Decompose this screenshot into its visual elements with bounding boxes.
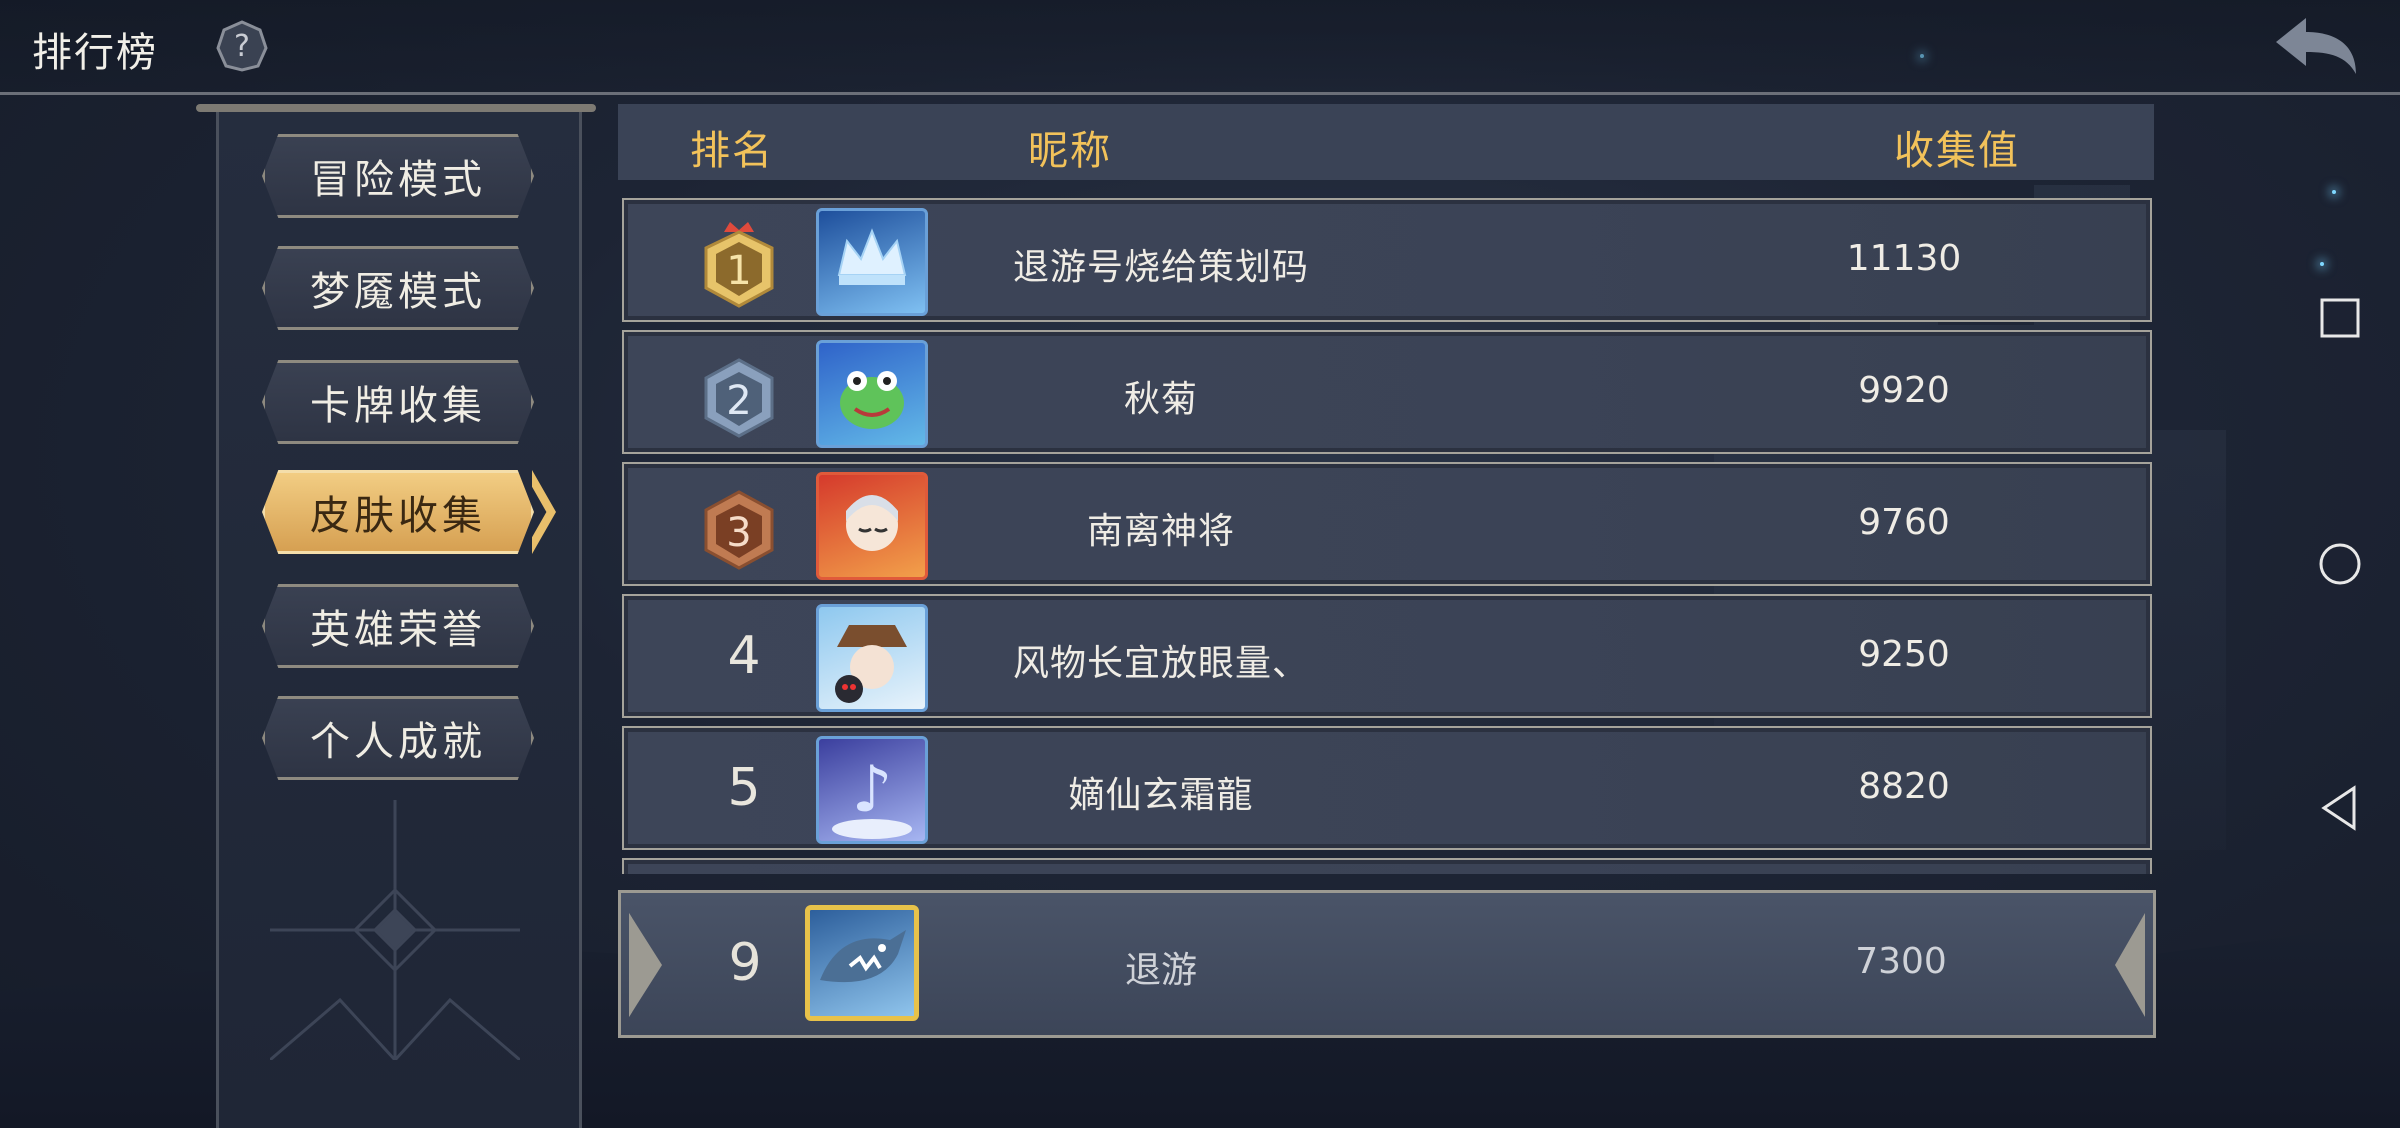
menu-item-label: 卡牌收集 [310,383,486,429]
nickname: 风物长宜放眼量、 [1012,643,1309,684]
menu-item-label: 冒险模式 [310,157,486,203]
svg-text:2: 2 [726,378,751,424]
table-row[interactable]: 1 退游号烧给策划码 11130 [622,198,2152,322]
svg-text:1: 1 [726,248,751,294]
collection-value: 9760 [1858,502,1950,543]
menu-item-adventure[interactable]: 冒险模式 [262,134,534,218]
table-header: 排名 昵称 收集值 [618,104,2154,180]
banner-emblem-icon [269,800,521,1063]
menu-item-label: 个人成就 [310,719,486,765]
rank-number: 5 [727,758,761,818]
banner-rod [196,104,596,112]
ranking-list[interactable]: 1 退游号烧给策划码 11130 2 秋菊 9920 3 南离神将 9760 4… [618,186,2154,874]
nav-back-icon[interactable] [2318,784,2362,832]
menu-item-label: 皮肤收集 [310,493,486,539]
svg-text:?: ? [234,29,250,64]
menu-item-label: 梦魇模式 [310,269,486,315]
right-bracket-icon [2115,913,2145,1017]
table-row[interactable]: 4 风物长宜放眼量、 9250 [622,594,2152,718]
nickname: 嫡仙玄霜龍 [1068,775,1254,816]
collection-value: 8820 [1858,766,1950,807]
column-header-value: 收集值 [1894,128,2020,174]
help-icon[interactable]: ? [216,20,268,72]
column-header-nickname: 昵称 [1028,128,1112,174]
back-arrow-icon[interactable] [2272,14,2360,78]
star-decoration [2332,190,2336,194]
top-bar: 排行榜 ? [0,0,2400,95]
column-header-rank: 排名 [690,128,774,174]
gold-rank-badge-icon: 1 [696,218,782,310]
nickname: 南离神将 [1086,511,1235,552]
left-bracket-icon [629,913,662,1017]
my-collection-value: 7300 [1855,941,1947,982]
svg-text:3: 3 [726,510,751,556]
menu-item-skin-collection[interactable]: 皮肤收集 [262,470,534,554]
silver-rank-badge-icon: 2 [696,350,782,442]
home-icon[interactable] [2318,540,2362,588]
table-row[interactable]: 5 ♪ 嫡仙玄霜龍 8820 [622,726,2152,850]
star-decoration [2320,262,2324,266]
my-rank-number: 9 [728,933,762,993]
collection-value: 9250 [1858,634,1950,675]
shark-avatar [805,905,919,1021]
svg-text:♪: ♪ [852,753,893,827]
collection-value: 9920 [1858,370,1950,411]
fire-girl-avatar [816,472,928,580]
menu-item-card-collection[interactable]: 卡牌收集 [262,360,534,444]
menu-item-nightmare[interactable]: 梦魇模式 [262,246,534,330]
my-rank-row: 9 退游 7300 [618,890,2156,1038]
my-nickname: 退游 [1124,950,1197,991]
bronze-rank-badge-icon: 3 [696,482,782,574]
table-row[interactable] [622,858,2152,874]
page-title: 排行榜 [32,30,158,76]
music-avatar: ♪ [816,736,928,844]
menu-item-label: 英雄荣誉 [310,607,486,653]
rank-number: 4 [727,626,761,686]
nickname: 秋菊 [1123,379,1198,420]
menu-item-hero-honor[interactable]: 英雄荣誉 [262,584,534,668]
table-row[interactable]: 3 南离神将 9760 [622,462,2152,586]
nickname: 退游号烧给策划码 [1012,247,1309,288]
frog-avatar [816,340,928,448]
witch-avatar [816,604,928,712]
crown-avatar [816,208,928,316]
collection-value: 11130 [1846,238,1962,279]
menu-item-achievements[interactable]: 个人成就 [262,696,534,780]
table-row[interactable]: 2 秋菊 9920 [622,330,2152,454]
recent-apps-icon[interactable] [2318,294,2362,342]
